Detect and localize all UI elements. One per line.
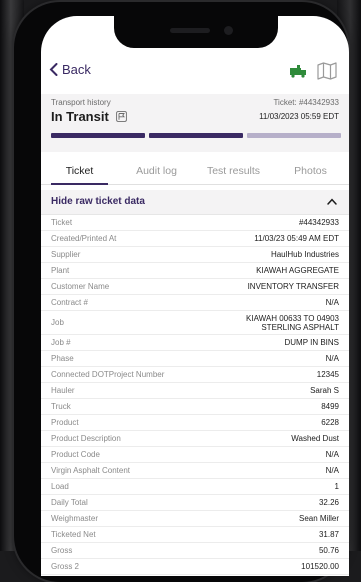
- field-label: Hauler: [51, 386, 75, 395]
- field-value: Sarah S: [310, 386, 339, 395]
- flag-icon[interactable]: [115, 111, 127, 122]
- progress-segment-3: [247, 133, 341, 138]
- top-nav-bar: Back: [41, 56, 349, 90]
- chevron-left-icon: [49, 63, 58, 76]
- field-label: Daily Total: [51, 498, 88, 507]
- field-label: Plant: [51, 266, 70, 275]
- field-label: Phase: [51, 354, 74, 363]
- table-row: Gross 2 101520.00: [41, 559, 349, 575]
- ticket-number: Ticket: #44342933: [273, 98, 339, 107]
- table-row: Product Code N/A: [41, 447, 349, 463]
- field-value: INVENTORY TRANSFER: [247, 282, 339, 291]
- field-value: Washed Dust: [291, 434, 339, 443]
- section-title: Hide raw ticket data: [51, 196, 145, 207]
- table-row: Plant KIAWAH AGGREGATE: [41, 263, 349, 279]
- table-row: Product 6228: [41, 415, 349, 431]
- field-label: Virgin Asphalt Content: [51, 466, 131, 475]
- table-row: Weighmaster Sean Miller: [41, 511, 349, 527]
- back-button[interactable]: Back: [49, 62, 91, 77]
- field-value: KIAWAH AGGREGATE: [256, 266, 339, 275]
- field-label: Weighmaster: [51, 514, 98, 523]
- field-label: Connected DOTProject Number: [51, 370, 165, 379]
- progress-segment-1: [51, 133, 145, 138]
- ticket-datetime: 11/03/2023 05:59 EDT: [259, 112, 339, 121]
- field-value: DUMP IN BINS: [284, 338, 339, 347]
- phone-notch: [114, 16, 278, 48]
- front-camera: [224, 26, 233, 35]
- table-row: Job # DUMP IN BINS: [41, 335, 349, 351]
- field-label: Gross 2: [51, 562, 80, 571]
- field-label: Created/Printed At: [51, 234, 117, 243]
- table-row: Truck 8499: [41, 399, 349, 415]
- back-label: Back: [62, 62, 91, 77]
- field-value: 32.26: [318, 498, 339, 507]
- ticket-data-list: Ticket #44342933 Created/Printed At 11/03/2…: [41, 215, 349, 575]
- field-value: 1: [334, 482, 339, 491]
- table-row: Ticketed Net 31.87: [41, 527, 349, 543]
- field-value: HaulHub Industries: [270, 250, 339, 259]
- field-value: KIAWAH 00633 TO 04903 STERLING ASPHALT: [246, 314, 339, 332]
- speaker-grille: [170, 28, 210, 33]
- field-label: Ticketed Net: [51, 530, 96, 539]
- field-label: Product Code: [51, 450, 100, 459]
- table-row: Customer Name INVENTORY TRANSFER: [41, 279, 349, 295]
- field-label: Contract #: [51, 298, 88, 307]
- field-label: Job: [51, 318, 64, 327]
- field-label: Supplier: [51, 250, 81, 259]
- field-value: 11/03/23 05:49 AM EDT: [254, 234, 339, 243]
- field-value: Sean Miller: [298, 514, 339, 523]
- table-row: Job KIAWAH 00633 TO 04903 STERLING ASPHALT: [41, 311, 349, 335]
- tab-audit-log[interactable]: Audit log: [118, 158, 195, 184]
- field-label: Ticket: [51, 218, 73, 227]
- tab-bar: Ticket Audit log Test results Photos: [41, 158, 349, 185]
- app-screen: Back Transport history In Transit Ticket…: [41, 16, 349, 576]
- table-row: Product Description Washed Dust: [41, 431, 349, 447]
- table-row: Gross 50.76: [41, 543, 349, 559]
- tab-photos[interactable]: Photos: [272, 158, 349, 184]
- tab-test-results[interactable]: Test results: [195, 158, 272, 184]
- transport-history-label: Transport history: [51, 98, 111, 107]
- field-value: 101520.00: [301, 562, 339, 571]
- status-title: In Transit: [51, 109, 127, 124]
- field-value: 12345: [316, 370, 339, 379]
- map-icon[interactable]: [317, 62, 337, 80]
- field-value: N/A: [325, 354, 339, 363]
- field-value: 6228: [321, 418, 339, 427]
- chevron-up-icon: [327, 198, 337, 205]
- table-row: Contract # N/A: [41, 295, 349, 311]
- field-value: 8499: [321, 402, 339, 411]
- field-value: 31.87: [318, 530, 339, 539]
- field-label: Product Description: [51, 434, 121, 443]
- table-row: Hauler Sarah S: [41, 383, 349, 399]
- table-row: Phase N/A: [41, 351, 349, 367]
- field-value-line: KIAWAH 00633 TO 04903: [246, 313, 339, 323]
- truck-icon[interactable]: [289, 64, 307, 78]
- field-label: Truck: [51, 402, 71, 411]
- table-row: Created/Printed At 11/03/23 05:49 AM EDT: [41, 231, 349, 247]
- field-value: N/A: [325, 466, 339, 475]
- field-label: Load: [51, 482, 69, 491]
- progress-segment-2: [149, 133, 243, 138]
- field-label: Job #: [51, 338, 71, 347]
- table-row: Connected DOTProject Number 12345: [41, 367, 349, 383]
- field-value-line: STERLING ASPHALT: [261, 322, 339, 332]
- tab-ticket[interactable]: Ticket: [41, 158, 118, 185]
- field-label: Customer Name: [51, 282, 110, 291]
- table-row: Daily Total 32.26: [41, 495, 349, 511]
- status-text: In Transit: [51, 109, 109, 124]
- field-value: N/A: [325, 298, 339, 307]
- progress-bar: [51, 133, 341, 138]
- transport-status-card: Transport history In Transit Ticket: #44…: [41, 94, 349, 152]
- field-label: Product: [51, 418, 79, 427]
- phone-frame: Back Transport history In Transit Ticket…: [14, 2, 349, 582]
- table-row: Supplier HaulHub Industries: [41, 247, 349, 263]
- table-row: Load 1: [41, 479, 349, 495]
- table-row: Virgin Asphalt Content N/A: [41, 463, 349, 479]
- field-value: #44342933: [298, 218, 339, 227]
- hide-raw-data-toggle[interactable]: Hide raw ticket data: [41, 190, 349, 215]
- table-row: Ticket #44342933: [41, 215, 349, 231]
- field-value: N/A: [325, 450, 339, 459]
